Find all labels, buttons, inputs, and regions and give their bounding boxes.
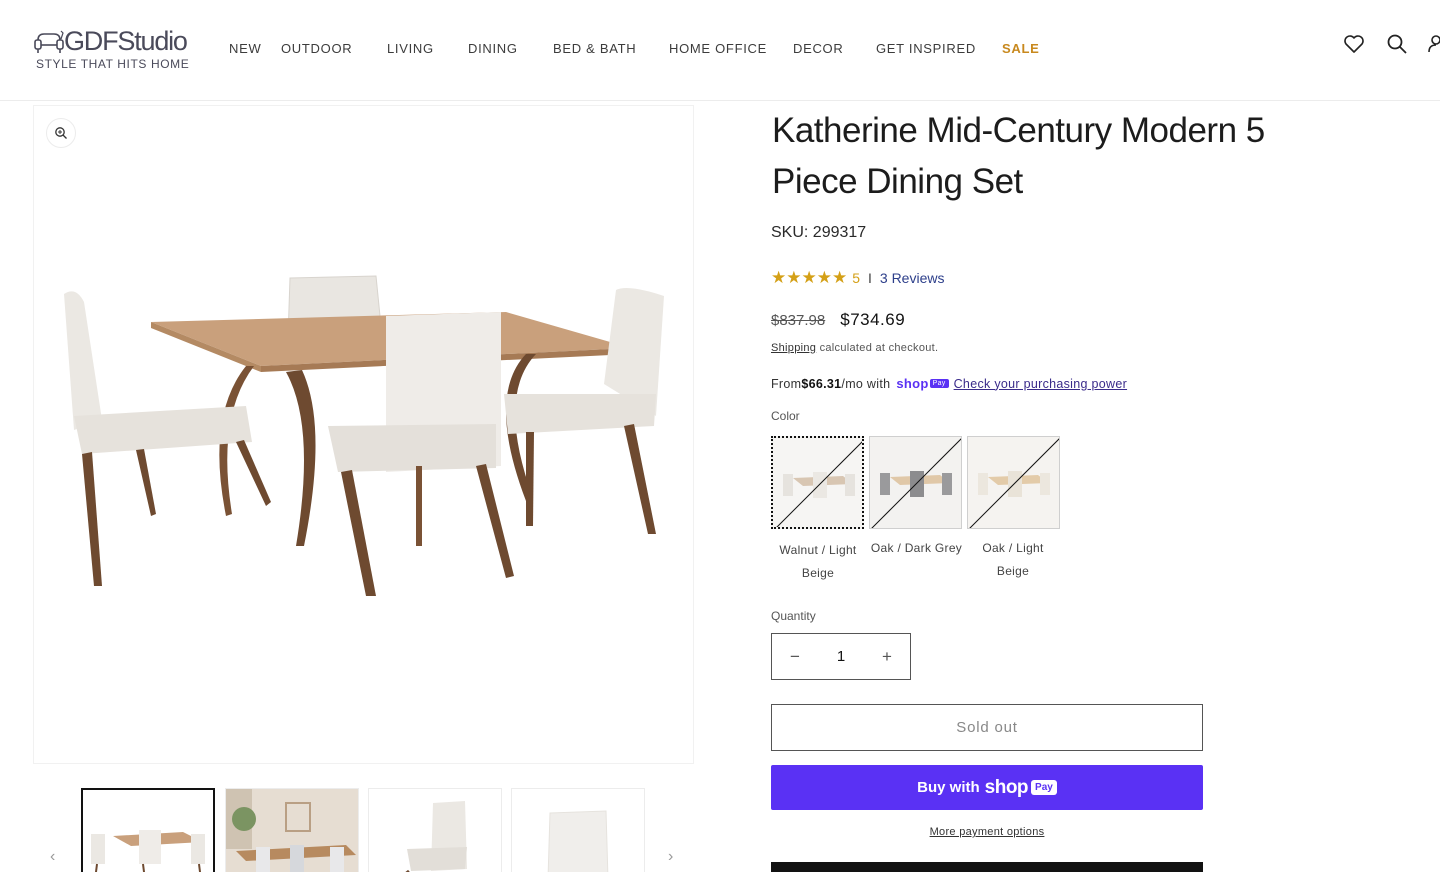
account-icon[interactable] [1426, 32, 1440, 56]
shop-pay-logo: shop [984, 776, 1029, 798]
rating-value: 5 [852, 270, 860, 286]
zoom-button[interactable] [46, 118, 76, 148]
thumbnail-image [369, 789, 501, 872]
shop-pay-badge: Pay [1031, 780, 1057, 795]
brand-tagline: STYLE THAT HITS HOME [36, 57, 190, 71]
sold-out-button[interactable]: Sold out [771, 704, 1203, 751]
product-rating: ★★★★★ 5 I 3 Reviews [771, 268, 944, 288]
add-to-cart-button[interactable] [771, 862, 1203, 872]
thumbnail-prev-arrow[interactable]: ‹ [50, 848, 55, 866]
thumbnail-image [512, 789, 644, 872]
reviews-link[interactable]: 3 Reviews [880, 270, 945, 286]
nav-item-living[interactable]: LIVING [387, 41, 434, 56]
product-sku: SKU: 299317 [771, 224, 867, 241]
product-title: Katherine Mid-Century Modern 5 Piece Din… [772, 111, 1265, 201]
nav-item-outdoor[interactable]: OUTDOOR [281, 41, 352, 56]
quantity-input[interactable]: 1 [818, 648, 864, 665]
purchasing-power-link[interactable]: Check your purchasing power [954, 377, 1127, 391]
swatch-image [870, 437, 961, 528]
color-option-label: Walnut / Light Beige [768, 539, 868, 585]
site-header: GDFStudio STYLE THAT HITS HOME NEW OUTDO… [0, 0, 1440, 101]
thumbnail-strip: ‹ › [0, 788, 700, 872]
product-media-gallery [33, 105, 694, 764]
color-option-line2: Beige [996, 564, 1030, 578]
shop-pay-logo: shop [896, 376, 929, 391]
zoom-icon [55, 127, 67, 139]
color-option-label: Oak / Dark Grey [865, 537, 968, 560]
color-option-line1: Oak / Light [982, 541, 1044, 555]
color-swatch-oak-dark-grey[interactable] [869, 436, 962, 529]
color-label: Color [771, 409, 800, 423]
color-option-label: Oak / Light Beige [963, 537, 1063, 583]
color-option-line1: Walnut / Light [779, 543, 857, 557]
thumbnail-2[interactable] [225, 788, 359, 872]
price-sale: $734.69 [840, 310, 906, 329]
quantity-label: Quantity [771, 609, 816, 623]
thumbnail-next-arrow[interactable]: › [668, 848, 673, 866]
product-price: $837.98 $734.69 [771, 310, 905, 330]
color-swatch-walnut-light-beige[interactable] [771, 436, 864, 529]
shop-pay-installments: From $66.31/mo with shop Pay Check your p… [771, 376, 1127, 391]
installments-prefix: From [771, 376, 802, 391]
nav-item-decor[interactable]: DECOR [793, 41, 843, 56]
color-option-line2: Beige [801, 566, 835, 580]
product-main-image[interactable] [56, 266, 676, 606]
price-original: $837.98 [771, 312, 826, 329]
color-swatch-oak-light-beige[interactable] [967, 436, 1060, 529]
buy-with-shop-pay-button[interactable]: Buy with shop Pay [771, 765, 1203, 810]
sofa-logo-icon [34, 30, 64, 53]
more-payment-options-link[interactable]: More payment options [771, 826, 1203, 838]
thumbnail-3[interactable] [368, 788, 502, 872]
brand-logo[interactable]: GDFStudio STYLE THAT HITS HOME [34, 16, 194, 76]
color-option-line1: Oak / Dark Grey [870, 541, 963, 555]
installments-amount: $66.31 [801, 376, 842, 391]
quantity-increase-button[interactable]: + [864, 647, 910, 667]
shipping-link[interactable]: Shipping [771, 342, 816, 354]
quantity-decrease-button[interactable]: − [772, 647, 818, 667]
swatch-image [773, 438, 862, 527]
buy-with-label: Buy with [917, 779, 980, 796]
quantity-stepper: − 1 + [771, 633, 911, 680]
shipping-note: Shipping calculated at checkout. [771, 342, 938, 354]
installments-suffix: /mo with [841, 376, 891, 391]
nav-item-bed-bath[interactable]: BED & BATH [553, 41, 636, 56]
nav-item-sale[interactable]: SALE [1002, 41, 1039, 56]
nav-item-dining[interactable]: DINING [468, 41, 518, 56]
search-icon[interactable] [1385, 32, 1409, 56]
nav-item-home-office[interactable]: HOME OFFICE [669, 41, 767, 56]
rating-separator: I [868, 270, 872, 286]
brand-name: GDFStudio [64, 26, 188, 56]
thumbnail-image [83, 790, 213, 872]
rating-stars: ★★★★★ [771, 268, 848, 287]
shop-pay-badge: Pay [929, 379, 949, 388]
shipping-text: calculated at checkout. [816, 342, 939, 354]
heart-icon[interactable] [1342, 32, 1366, 56]
swatch-image [968, 437, 1059, 528]
nav-item-new[interactable]: NEW [229, 41, 261, 56]
thumbnail-4[interactable] [511, 788, 645, 872]
thumbnail-image [226, 789, 358, 872]
nav-item-get-inspired[interactable]: GET INSPIRED [876, 41, 976, 56]
thumbnail-1[interactable] [81, 788, 215, 872]
